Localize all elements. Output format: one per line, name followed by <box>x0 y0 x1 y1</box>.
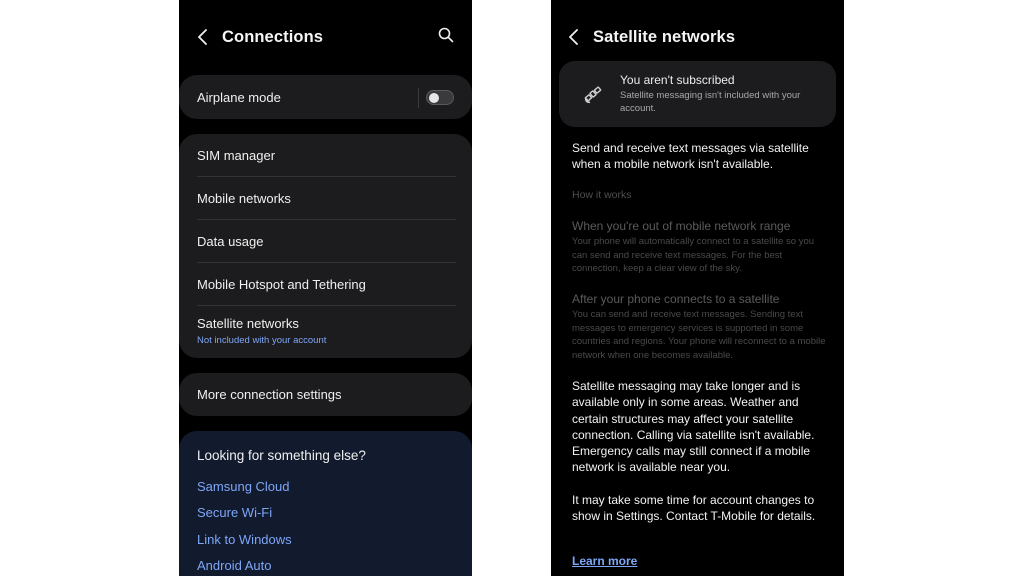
step-text: Your phone will automatically connect to… <box>572 236 815 274</box>
menu-item-sim-manager[interactable]: SIM manager <box>197 134 456 176</box>
connections-menu-card: SIM manager Mobile networks Data usage M… <box>179 134 472 358</box>
menu-item-label: Satellite networks <box>197 316 299 331</box>
step-title: After your phone connects to a satellite <box>572 292 780 306</box>
page-title: Connections <box>222 27 324 46</box>
search-icon[interactable] <box>438 27 458 47</box>
connections-screen: Connections Airplane mode SIM manager Mo… <box>179 0 472 576</box>
link-to-windows[interactable]: Link to Windows <box>197 532 292 547</box>
step-title: When you're out of mobile network range <box>572 219 791 233</box>
more-connection-settings-label: More connection settings <box>197 387 342 402</box>
satellite-status-subtext: Not included with your account <box>197 335 327 346</box>
airplane-card: Airplane mode <box>179 75 472 119</box>
menu-item-data-usage[interactable]: Data usage <box>197 220 456 262</box>
suggestions-card: Looking for something else? Samsung Clou… <box>179 431 472 576</box>
more-connection-settings[interactable]: More connection settings <box>197 373 456 416</box>
menu-item-label: Mobile networks <box>197 190 291 206</box>
link-android-auto[interactable]: Android Auto <box>197 558 271 573</box>
menu-item-label: SIM manager <box>197 147 276 163</box>
satellite-icon <box>583 84 603 104</box>
airplane-mode-toggle[interactable] <box>426 90 454 105</box>
step-text: You can send and receive text messages. … <box>572 309 826 361</box>
availability-note: Satellite messaging may take longer and … <box>572 379 815 475</box>
banner-text: Satellite messaging isn't included with … <box>620 90 801 114</box>
satellite-networks-screen: Satellite networks You aren't subscribed… <box>551 0 844 576</box>
how-it-works-label: How it works <box>572 189 632 201</box>
menu-item-label: Mobile Hotspot and Tethering <box>197 276 366 292</box>
suggestions-title: Looking for something else? <box>197 448 366 463</box>
menu-item-satellite-networks[interactable]: Satellite networks Not included with you… <box>197 306 456 356</box>
toggle-separator <box>418 88 419 108</box>
menu-item-mobile-networks[interactable]: Mobile networks <box>197 177 456 219</box>
satellite-header: Satellite networks <box>551 20 844 54</box>
more-settings-card: More connection settings <box>179 373 472 416</box>
page-title: Satellite networks <box>593 27 736 46</box>
subscription-banner: You aren't subscribed Satellite messagin… <box>559 61 836 127</box>
back-icon[interactable] <box>564 27 584 47</box>
banner-title: You aren't subscribed <box>620 73 735 87</box>
back-icon[interactable] <box>193 27 213 47</box>
link-samsung-cloud[interactable]: Samsung Cloud <box>197 479 290 494</box>
connections-header: Connections <box>179 20 472 54</box>
link-secure-wifi[interactable]: Secure Wi-Fi <box>197 505 272 520</box>
toggle-knob <box>429 92 439 103</box>
intro-text: Send and receive text messages via satel… <box>572 141 809 172</box>
learn-more-link[interactable]: Learn more <box>572 554 637 568</box>
menu-item-label: Data usage <box>197 233 264 249</box>
account-changes-note: It may take some time for account change… <box>572 493 816 524</box>
menu-item-hotspot-tethering[interactable]: Mobile Hotspot and Tethering <box>197 263 456 305</box>
